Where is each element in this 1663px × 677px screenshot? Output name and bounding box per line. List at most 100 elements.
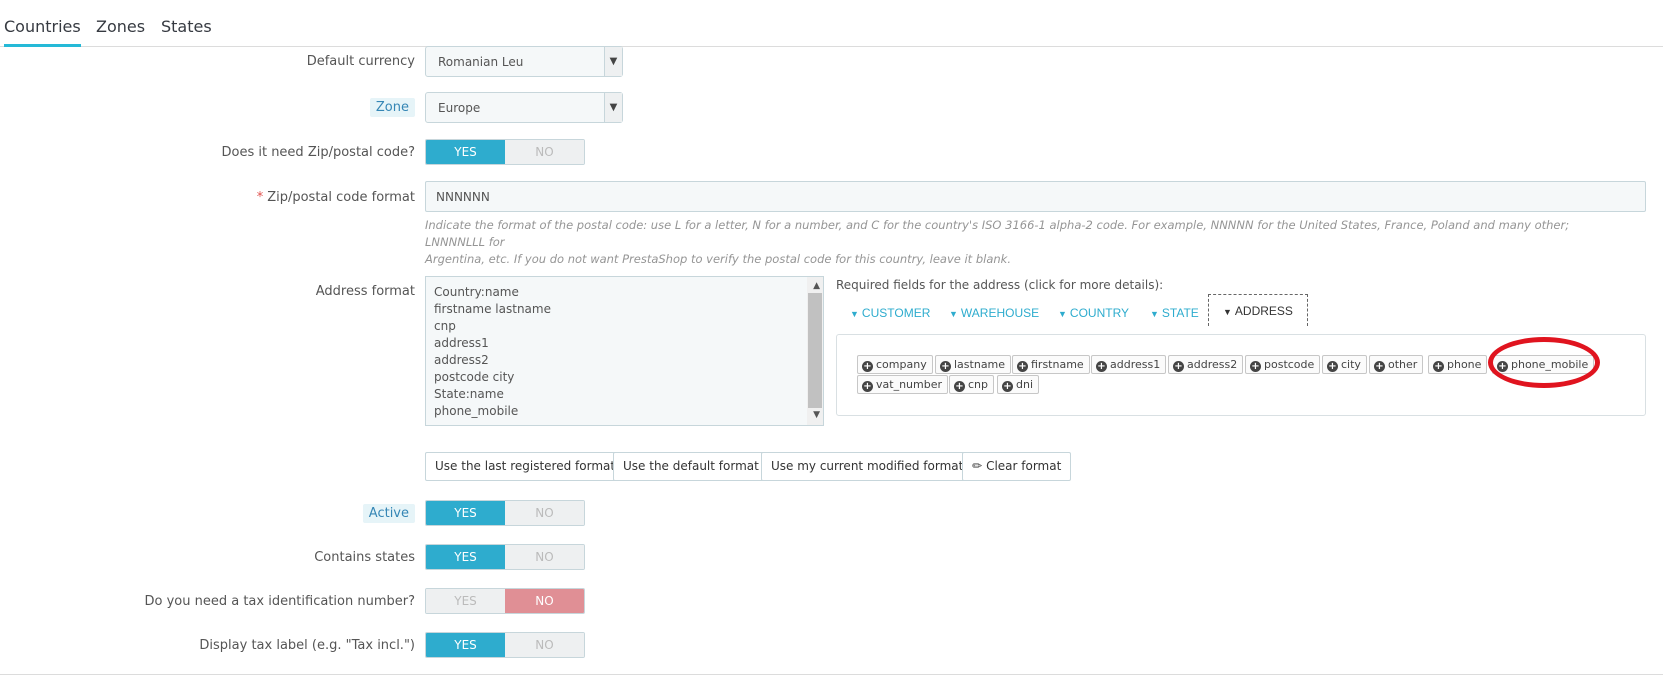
field-chip-phone-mobile[interactable]: + phone_mobile bbox=[1492, 355, 1595, 374]
address-line: cnp bbox=[434, 319, 456, 333]
tab-customer-label: CUSTOMER bbox=[861, 306, 931, 320]
field-chip[interactable]: + address2 bbox=[1168, 355, 1244, 374]
top-tabs: Countries Zones States bbox=[0, 0, 1663, 47]
plus-circle-icon: + bbox=[1096, 361, 1107, 372]
field-chip[interactable]: + lastname bbox=[935, 355, 1012, 374]
scroll-up-icon[interactable]: ▲ bbox=[813, 278, 820, 295]
tab-states[interactable]: States bbox=[161, 17, 212, 36]
address-line: phone_mobile bbox=[434, 404, 519, 418]
chevron-down-icon: ▼ bbox=[604, 47, 622, 76]
active-switch[interactable]: YES NO bbox=[425, 500, 585, 526]
field-chip-label: phone_mobile bbox=[1511, 358, 1589, 371]
default-currency-value: Romanian Leu bbox=[438, 55, 524, 69]
zip-format-help-line-2: Argentina, etc. If you do not want Prest… bbox=[425, 252, 1011, 266]
need-zip-label: Does it need Zip/postal code? bbox=[221, 145, 415, 160]
tab-customer[interactable]: ▼ CUSTOMER bbox=[850, 306, 930, 320]
field-chip-label: firstname bbox=[1031, 358, 1084, 371]
field-chip[interactable]: + other bbox=[1369, 355, 1424, 374]
tab-state[interactable]: ▼ STATE bbox=[1150, 306, 1199, 320]
need-zip-switch[interactable]: YES NO bbox=[425, 139, 585, 165]
zone-select[interactable]: Europe ▼ bbox=[425, 92, 623, 123]
field-chip[interactable]: + city bbox=[1322, 355, 1367, 374]
scrollbar-thumb[interactable] bbox=[808, 293, 822, 408]
textarea-scrollbar[interactable]: ▲ ▼ bbox=[807, 277, 823, 425]
use-current-modified-format-button[interactable]: Use my current modified format bbox=[761, 452, 974, 481]
zip-format-input[interactable]: NNNNNN bbox=[425, 181, 1646, 212]
tab-warehouse-label: WAREHOUSE bbox=[960, 306, 1040, 320]
field-chip[interactable]: + phone bbox=[1428, 355, 1488, 374]
required-mark: * bbox=[256, 190, 264, 205]
plus-circle-icon: + bbox=[1374, 361, 1385, 372]
field-chip-label: vat_number bbox=[876, 378, 942, 391]
plus-circle-icon: + bbox=[954, 381, 965, 392]
need-tax-id-yes[interactable]: YES bbox=[426, 589, 505, 613]
eraser-icon: ✏ bbox=[972, 459, 983, 473]
contains-states-switch[interactable]: YES NO bbox=[425, 544, 585, 570]
caret-down-icon: ▼ bbox=[1223, 307, 1232, 317]
display-tax-label-yes[interactable]: YES bbox=[426, 633, 505, 657]
field-chip-label: address1 bbox=[1110, 358, 1161, 371]
field-chip[interactable]: + firstname bbox=[1012, 355, 1090, 374]
need-tax-id-label: Do you need a tax identification number? bbox=[144, 594, 415, 609]
contains-states-label: Contains states bbox=[314, 550, 415, 565]
plus-circle-icon: + bbox=[940, 361, 951, 372]
display-tax-label-label: Display tax label (e.g. "Tax incl.") bbox=[199, 638, 415, 653]
caret-down-icon: ▼ bbox=[850, 309, 859, 319]
need-zip-no[interactable]: NO bbox=[505, 140, 584, 164]
address-line: address1 bbox=[434, 336, 489, 350]
scroll-down-icon[interactable]: ▼ bbox=[813, 407, 820, 424]
field-chip[interactable]: + cnp bbox=[949, 375, 995, 394]
field-chip[interactable]: + company bbox=[857, 355, 933, 374]
caret-down-icon: ▼ bbox=[949, 309, 958, 319]
plus-circle-icon: + bbox=[862, 381, 873, 392]
field-chip-label: city bbox=[1341, 358, 1361, 371]
zone-value: Europe bbox=[438, 101, 481, 115]
chevron-down-icon: ▼ bbox=[604, 93, 622, 122]
clear-format-button[interactable]: ✏ Clear format bbox=[962, 452, 1072, 481]
contains-states-yes[interactable]: YES bbox=[426, 545, 505, 569]
field-chip[interactable]: + postcode bbox=[1245, 355, 1321, 374]
tab-countries[interactable]: Countries bbox=[4, 17, 81, 47]
zip-format-label: * Zip/postal code format bbox=[257, 190, 415, 205]
active-no[interactable]: NO bbox=[505, 501, 584, 525]
tab-country[interactable]: ▼ COUNTRY bbox=[1058, 306, 1129, 320]
zip-format-help: Indicate the format of the postal code: … bbox=[425, 217, 1625, 268]
field-chip-label: company bbox=[876, 358, 927, 371]
active-yes[interactable]: YES bbox=[426, 501, 505, 525]
address-format-label: Address format bbox=[315, 284, 415, 299]
field-chip-label: cnp bbox=[968, 378, 989, 391]
field-chip-label: dni bbox=[1016, 378, 1034, 391]
field-chip[interactable]: + vat_number bbox=[857, 375, 948, 394]
plus-circle-icon: + bbox=[1497, 361, 1508, 372]
tab-country-label: COUNTRY bbox=[1069, 306, 1130, 320]
contains-states-no[interactable]: NO bbox=[505, 545, 584, 569]
tab-zones[interactable]: Zones bbox=[96, 17, 145, 36]
caret-down-icon: ▼ bbox=[1150, 309, 1159, 319]
tab-address[interactable]: ▼ ADDRESS bbox=[1208, 294, 1308, 326]
use-last-registered-format-button[interactable]: Use the last registered format bbox=[425, 452, 626, 481]
zone-label: Zone bbox=[369, 98, 415, 117]
zip-format-label-text: Zip/postal code format bbox=[267, 190, 415, 205]
address-format-textarea[interactable]: Country:name firstname lastname cnp addr… bbox=[425, 276, 824, 426]
need-tax-id-switch[interactable]: YES NO bbox=[425, 588, 585, 614]
use-default-format-button[interactable]: Use the default format bbox=[613, 452, 769, 481]
need-zip-yes[interactable]: YES bbox=[426, 140, 505, 164]
field-chip-label: other bbox=[1388, 358, 1418, 371]
plus-circle-icon: + bbox=[1017, 361, 1028, 372]
field-chip[interactable]: + dni bbox=[997, 375, 1040, 394]
field-chip-label: lastname bbox=[954, 358, 1006, 371]
address-line: Country:name bbox=[434, 285, 519, 299]
tab-warehouse[interactable]: ▼ WAREHOUSE bbox=[949, 306, 1039, 320]
zip-format-help-line-1: Indicate the format of the postal code: … bbox=[425, 218, 1570, 249]
plus-circle-icon: + bbox=[1327, 361, 1338, 372]
divider bbox=[0, 674, 1663, 675]
plus-circle-icon: + bbox=[862, 361, 873, 372]
default-currency-select[interactable]: Romanian Leu ▼ bbox=[425, 46, 623, 77]
address-line: State:name bbox=[434, 387, 504, 401]
need-tax-id-no[interactable]: NO bbox=[505, 589, 584, 613]
plus-circle-icon: + bbox=[1433, 361, 1444, 372]
display-tax-label-switch[interactable]: YES NO bbox=[425, 632, 585, 658]
address-line: firstname lastname bbox=[434, 302, 551, 316]
field-chip[interactable]: + address1 bbox=[1091, 355, 1167, 374]
display-tax-label-no[interactable]: NO bbox=[505, 633, 584, 657]
